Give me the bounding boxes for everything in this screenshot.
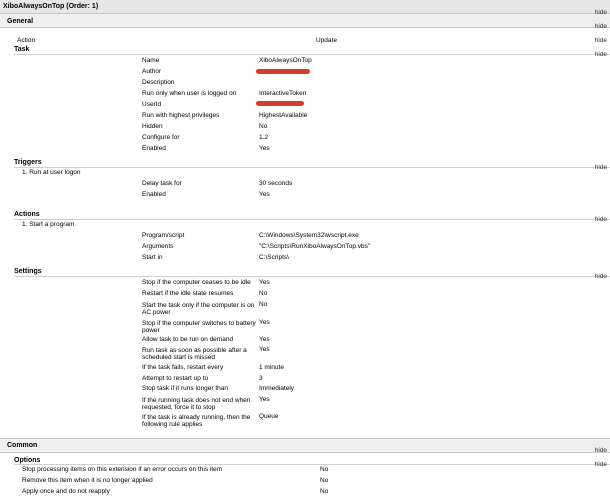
task-value-configure: 1.2 [259,134,269,141]
trigger-label-enabled: Enabled [142,191,166,198]
options-divider [14,464,610,465]
setting-value-idle-restart: No [259,290,268,297]
setting-label-ac-power: Start the task only if the computer is o… [142,302,255,317]
action-value-program: C:\Windows\System32\wscript.exe [259,232,359,239]
common-heading: Common [7,442,38,449]
task-label-enabled: Enabled [142,145,166,152]
action-label-arguments: Arguments [142,243,174,250]
task-label-author: Author [142,68,162,75]
setting-label-on-demand: Allow task to be run on demand [142,336,234,343]
redaction-userid [256,101,304,106]
hide-link-action[interactable]: hide [595,37,607,45]
task-heading: Task [14,46,30,53]
option-label-stop-processing: Stop processing items on this extension … [22,466,223,473]
setting-value-restart-every: 1 minute [259,364,284,371]
action-value-startin: C:\Scripts\ [259,254,289,261]
setting-value-force-stop: Yes [259,396,270,403]
page-title: XiboAlwaysOnTop (Order: 1) [3,3,99,10]
settings-divider [14,276,610,277]
task-label-userid: UserId [142,101,162,108]
task-value-hidden: No [259,123,268,130]
actions-heading: Actions [14,211,40,218]
task-value-logon: InteractiveToken [259,90,307,97]
setting-label-battery: Stop if the computer switches to battery… [142,320,256,335]
setting-label-idle-stop: Stop if the computer ceases to be idle [142,279,251,286]
option-label-apply-once: Apply once and do not reapply [22,488,110,495]
common-header [0,438,610,453]
settings-heading: Settings [14,268,42,275]
triggers-divider [14,167,610,168]
setting-value-battery: Yes [259,319,270,326]
actions-divider [14,219,610,220]
option-value-remove-item: No [320,477,329,484]
task-label-hidden: Hidden [142,123,163,130]
setting-label-restart-every: If the task fails, restart every [142,364,224,371]
setting-value-runs-longer: Immediately [259,385,295,392]
setting-label-already-running: If the task is already running, then the… [142,414,251,429]
hide-link-triggers[interactable]: hide [595,164,607,172]
hide-link-settings[interactable]: hide [595,273,607,281]
setting-value-restart-attempts: 3 [259,375,263,382]
hide-link-options[interactable]: hide [595,461,607,469]
hide-link-actions[interactable]: hide [595,216,607,224]
option-value-apply-once: No [320,488,329,495]
task-label-configure: Configure for [142,134,180,141]
setting-label-missed-start: Run task as soon as possible after a sch… [142,347,247,362]
task-label-description: Description [142,79,175,86]
action-label-startin: Start in [142,254,163,261]
action-value-arguments: "C:\Scripts\RunXiboAlwaysOnTop.vbs" [259,243,371,250]
action-item: 1. Start a program [22,221,75,228]
options-heading: Options [14,457,41,464]
task-divider [14,54,610,55]
general-header [0,14,610,28]
option-label-remove-item: Remove this item when it is no longer ap… [22,477,153,484]
hide-link-task[interactable]: hide [595,51,607,59]
action-label-program: Program/script [142,232,185,239]
setting-value-on-demand: Yes [259,336,270,343]
triggers-heading: Triggers [14,159,42,166]
setting-label-force-stop: If the running task does not end when re… [142,397,251,412]
trigger-value-delay: 30 seconds [259,180,293,187]
trigger-item: 1. Run at user logon [22,169,81,176]
task-label-name: Name [142,57,160,64]
setting-label-runs-longer: Stop task if it runs longer than [142,385,228,392]
task-label-privileges: Run with highest privileges [142,112,220,119]
setting-label-restart-attempts: Attempt to restart up to [142,375,209,382]
setting-value-idle-stop: Yes [259,279,270,286]
hide-link-common[interactable]: hide [595,447,607,455]
general-heading: General [7,18,34,25]
col-action-value: Update [316,37,337,44]
trigger-label-delay: Delay task for [142,180,182,187]
col-action-label: Action [17,37,36,44]
redaction-author [256,69,310,74]
task-value-privileges: HighestAvailable [259,112,308,119]
setting-value-ac-power: No [259,301,268,308]
setting-label-idle-restart: Restart if the idle state resumes [142,290,234,297]
hide-link-general[interactable]: hide [595,23,607,31]
setting-value-already-running: Queue [259,413,279,420]
option-value-stop-processing: No [320,466,329,473]
setting-value-missed-start: Yes [259,346,270,353]
task-value-enabled: Yes [259,145,270,152]
task-value-name: XiboAlwaysOnTop [259,57,312,64]
trigger-value-enabled: Yes [259,191,270,198]
task-label-logon: Run only when user is logged on [142,90,237,97]
